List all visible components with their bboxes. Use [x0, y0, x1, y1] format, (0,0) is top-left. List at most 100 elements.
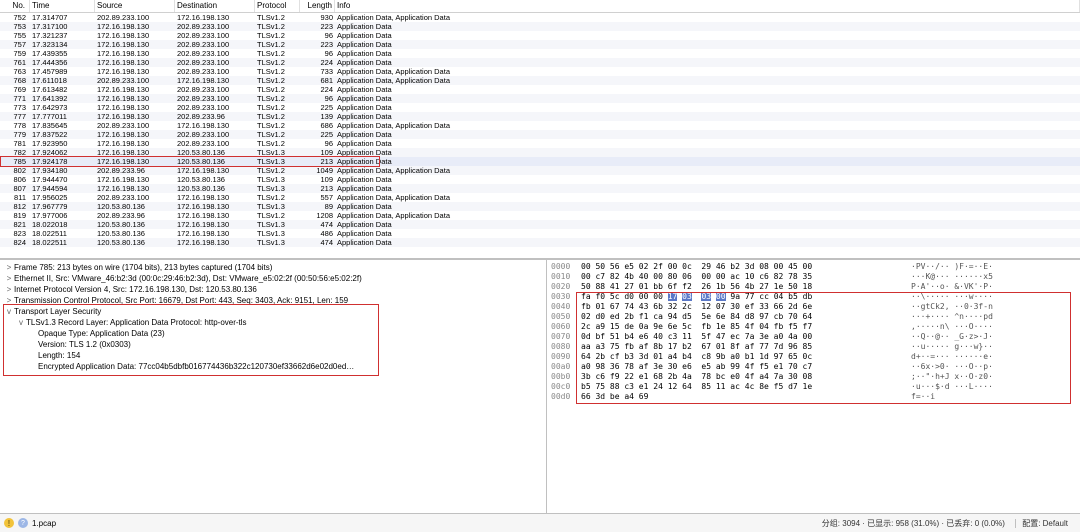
tree-label: Transport Layer Security [14, 306, 542, 317]
col-destination[interactable]: Destination [175, 0, 255, 12]
hex-row[interactable]: 009064 2b cf b3 3d 01 a4 b4 c8 9b a0 b1 … [551, 352, 1076, 362]
hex-ascii: ···+···· ^n····pd [911, 312, 1076, 322]
hex-offset: 0070 [551, 332, 581, 342]
hex-row[interactable]: 00b03b c6 f9 22 e1 68 2b 4a 78 bc e0 4f … [551, 372, 1076, 382]
tree-item[interactable]: >Frame 785: 213 bytes on wire (1704 bits… [4, 262, 542, 273]
col-source[interactable]: Source [95, 0, 175, 12]
hex-ascii: ··gtCk2, ··0·3f-n [911, 302, 1076, 312]
packet-row[interactable]: 81217.967779120.53.80.136172.16.198.130T… [0, 202, 1080, 211]
hex-row[interactable]: 0030fa f0 5c d0 00 00 17 03 03 00 9a 77 … [551, 292, 1076, 302]
tree-item[interactable]: >Ethernet II, Src: VMware_46:b2:3d (00:0… [4, 273, 542, 284]
hex-ascii: ··\····· ···w···· [911, 292, 1076, 302]
packet-bytes-pane[interactable]: 000000 50 56 e5 02 2f 00 0c 29 46 b2 3d … [547, 260, 1080, 513]
packet-row[interactable]: 77317.642973172.16.198.130202.89.233.100… [0, 103, 1080, 112]
hex-bytes: 00 c7 82 4b 40 00 80 06 00 00 ac 10 c6 8… [581, 272, 911, 282]
hex-offset: 0080 [551, 342, 581, 352]
hex-row[interactable]: 00d066 3d be a4 69f=··i [551, 392, 1076, 402]
packet-row[interactable]: 80717.944594172.16.198.130120.53.80.136T… [0, 184, 1080, 193]
tree-item[interactable]: >Internet Protocol Version 4, Src: 172.1… [4, 284, 542, 295]
packet-row[interactable]: 76817.611018202.89.233.100172.16.198.130… [0, 76, 1080, 85]
chevron-right-icon[interactable]: > [4, 295, 14, 306]
packet-row[interactable]: 75517.321237172.16.198.130202.89.233.100… [0, 31, 1080, 40]
hex-row[interactable]: 0080aa a3 75 fb af 8b 17 b2 67 01 8f af … [551, 342, 1076, 352]
packet-row[interactable]: 77717.777011172.16.198.130202.89.233.96T… [0, 112, 1080, 121]
chevron-down-icon[interactable]: v [4, 306, 14, 317]
tree-label: Frame 785: 213 bytes on wire (1704 bits)… [14, 262, 542, 273]
tree-item[interactable]: Encrypted Application Data: 77cc04b5dbfb… [4, 361, 542, 372]
packet-row[interactable]: 78217.924062172.16.198.130120.53.80.136T… [0, 148, 1080, 157]
hex-bytes: 02 d0 ed 2b f1 ca 94 d5 5e 6e 84 d8 97 c… [581, 312, 911, 322]
hex-bytes: b5 75 88 c3 e1 24 12 64 85 11 ac 4c 8e f… [581, 382, 911, 392]
hex-row[interactable]: 00c0b5 75 88 c3 e1 24 12 64 85 11 ac 4c … [551, 382, 1076, 392]
hex-offset: 00d0 [551, 392, 581, 402]
packet-row[interactable]: 82318.022511120.53.80.136172.16.198.130T… [0, 229, 1080, 238]
packet-row[interactable]: 80617.944470172.16.198.130120.53.80.136T… [0, 175, 1080, 184]
packet-row[interactable]: 77817.835645202.89.233.100172.16.198.130… [0, 121, 1080, 130]
tree-item[interactable]: Length: 154 [4, 350, 542, 361]
packet-list-pane[interactable]: No. Time Source Destination Protocol Len… [0, 0, 1080, 259]
hex-offset: 0050 [551, 312, 581, 322]
col-info[interactable]: Info [335, 0, 1080, 12]
hex-ascii: f=··i [911, 392, 1076, 402]
packet-row[interactable]: 77117.641392172.16.198.130202.89.233.100… [0, 94, 1080, 103]
packet-row[interactable]: 75917.439355172.16.198.130202.89.233.100… [0, 49, 1080, 58]
chevron-right-icon[interactable]: > [4, 273, 14, 284]
tree-item[interactable]: Opaque Type: Application Data (23) [4, 328, 542, 339]
packet-row[interactable]: 78517.924178172.16.198.130120.53.80.136T… [0, 157, 1080, 166]
hex-bytes: a0 98 36 78 af 3e 30 e6 e5 ab 99 4f f5 e… [581, 362, 911, 372]
col-protocol[interactable]: Protocol [255, 0, 300, 12]
packet-row[interactable]: 77917.837522172.16.198.130202.89.233.100… [0, 130, 1080, 139]
hex-ascii: ···K@··· ······x5 [911, 272, 1076, 282]
tree-label: Internet Protocol Version 4, Src: 172.16… [14, 284, 542, 295]
packet-row[interactable]: 76917.613482172.16.198.130202.89.233.100… [0, 85, 1080, 94]
tree-item[interactable]: vTransport Layer Security [4, 306, 542, 317]
status-packet-counts: 分组: 3094 · 已显示: 958 (31.0%) · 已丢弃: 0 (0.… [822, 519, 1005, 528]
hex-ascii: ··Q··@·· _G·z>·J· [911, 332, 1076, 342]
status-bar: ! ? 1.pcap 分组: 3094 · 已显示: 958 (31.0%) ·… [0, 513, 1080, 532]
hex-ascii: ·u···$·d ···L···· [911, 382, 1076, 392]
col-time[interactable]: Time [30, 0, 95, 12]
tree-item[interactable]: >Transmission Control Protocol, Src Port… [4, 295, 542, 306]
packet-row[interactable]: 80217.934180202.89.233.96172.16.198.130T… [0, 166, 1080, 175]
tree-label: Ethernet II, Src: VMware_46:b2:3d (00:0c… [14, 273, 542, 284]
hex-bytes: 3b c6 f9 22 e1 68 2b 4a 78 bc e0 4f a4 7… [581, 372, 911, 382]
hex-offset: 00c0 [551, 382, 581, 392]
packet-row[interactable]: 81117.956025202.89.233.100172.16.198.130… [0, 193, 1080, 202]
hex-row[interactable]: 002050 88 41 27 01 bb 6f f2 26 1b 56 4b … [551, 282, 1076, 292]
hex-row[interactable]: 0040fb 01 67 74 43 6b 32 2c 12 07 30 ef … [551, 302, 1076, 312]
hex-row[interactable]: 000000 50 56 e5 02 2f 00 0c 29 46 b2 3d … [551, 262, 1076, 272]
hex-ascii: ;··"·h+J x··O·z0· [911, 372, 1076, 382]
packet-row[interactable]: 82418.022511120.53.80.136172.16.198.130T… [0, 238, 1080, 247]
col-length[interactable]: Length [300, 0, 335, 12]
packet-row[interactable]: 75217.314707202.89.233.100172.16.198.130… [0, 13, 1080, 22]
packet-row[interactable]: 76117.444356172.16.198.130202.89.233.100… [0, 58, 1080, 67]
status-profile[interactable]: 配置: Default [1015, 519, 1074, 528]
hex-row[interactable]: 005002 d0 ed 2b f1 ca 94 d5 5e 6e 84 d8 … [551, 312, 1076, 322]
hex-offset: 0090 [551, 352, 581, 362]
hex-bytes: fa f0 5c d0 00 00 17 03 03 00 9a 77 cc 0… [581, 292, 911, 302]
hex-bytes: 50 88 41 27 01 bb 6f f2 26 1b 56 4b 27 1… [581, 282, 911, 292]
hex-row[interactable]: 001000 c7 82 4b 40 00 80 06 00 00 ac 10 … [551, 272, 1076, 282]
hex-row[interactable]: 00700d bf 51 b4 e6 40 c3 11 5f 47 ec 7a … [551, 332, 1076, 342]
packet-row[interactable]: 75717.323134172.16.198.130202.89.233.100… [0, 40, 1080, 49]
help-icon[interactable]: ? [18, 518, 28, 528]
hex-bytes: 00 50 56 e5 02 2f 00 0c 29 46 b2 3d 08 0… [581, 262, 911, 272]
tree-label: Encrypted Application Data: 77cc04b5dbfb… [38, 361, 542, 372]
chevron-right-icon[interactable]: > [4, 284, 14, 295]
tree-item[interactable]: Version: TLS 1.2 (0x0303) [4, 339, 542, 350]
packet-row[interactable]: 75317.317100172.16.198.130202.89.233.100… [0, 22, 1080, 31]
chevron-down-icon[interactable]: v [16, 317, 26, 328]
packet-detail-pane[interactable]: >Frame 785: 213 bytes on wire (1704 bits… [0, 260, 547, 513]
tree-item[interactable]: vTLSv1.3 Record Layer: Application Data … [4, 317, 542, 328]
packet-row[interactable]: 82118.022018120.53.80.136172.16.198.130T… [0, 220, 1080, 229]
tree-label: Opaque Type: Application Data (23) [38, 328, 542, 339]
hex-ascii: ··6x·>0· ···O··p· [911, 362, 1076, 372]
col-no[interactable]: No. [0, 0, 30, 12]
chevron-right-icon[interactable]: > [4, 262, 14, 273]
hex-row[interactable]: 00a0a0 98 36 78 af 3e 30 e6 e5 ab 99 4f … [551, 362, 1076, 372]
packet-row[interactable]: 81917.977006202.89.233.96172.16.198.130T… [0, 211, 1080, 220]
packet-row[interactable]: 76317.457989172.16.198.130202.89.233.100… [0, 67, 1080, 76]
packet-row[interactable]: 78117.923950172.16.198.130202.89.233.100… [0, 139, 1080, 148]
hex-ascii: ·PV··/·· )F·=··E· [911, 262, 1076, 272]
hex-row[interactable]: 00602c a9 15 de 0a 9e 6e 5c fb 1e 85 4f … [551, 322, 1076, 332]
